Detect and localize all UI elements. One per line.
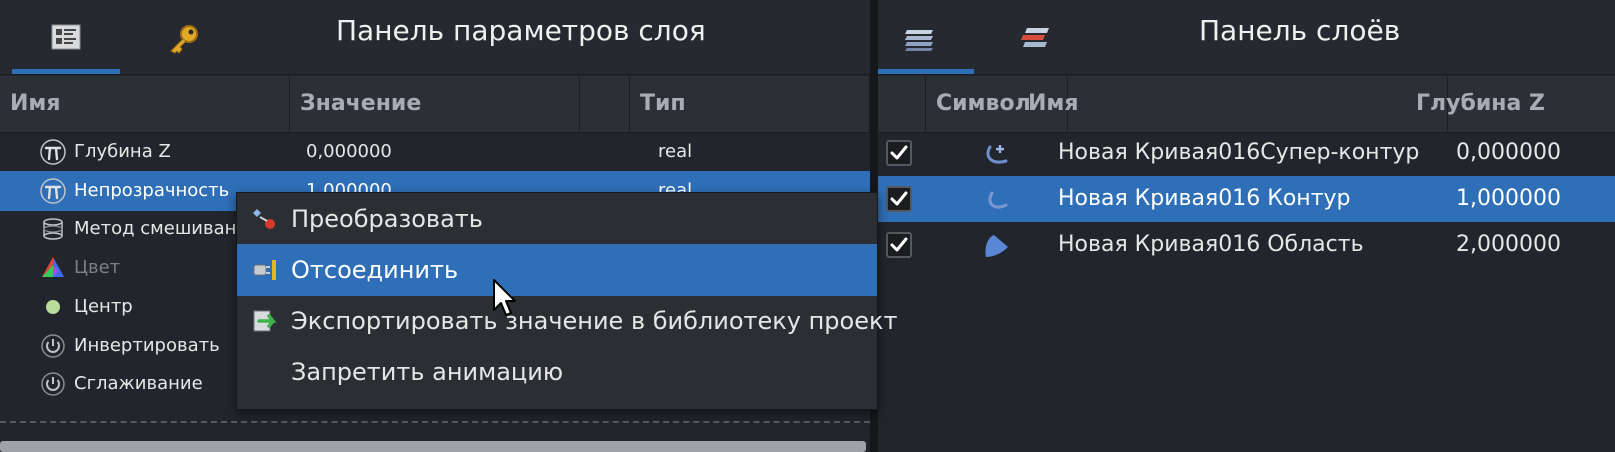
pi-icon: [40, 177, 66, 204]
tab-library[interactable]: [130, 0, 238, 74]
layer-depth: 2,000000: [1456, 232, 1561, 257]
list-end-divider: [0, 421, 870, 423]
param-name: Непрозрачность: [74, 179, 230, 201]
menu-item[interactable]: Экспортировать значение в библиотеку про…: [237, 295, 897, 347]
column-header-layer-name[interactable]: Имя: [1018, 76, 1448, 132]
mouse-cursor-icon: [492, 278, 518, 318]
menu-item-label: Запретить анимацию: [291, 358, 564, 386]
column-header-type[interactable]: Тип: [630, 76, 870, 132]
param-name: Глубина Z: [74, 141, 171, 162]
param-name: Инвертировать: [74, 334, 220, 356]
key-icon: [167, 24, 201, 58]
context-menu: Преобразовать Отсоединить Экспортировать з…: [236, 192, 897, 410]
export-icon: [251, 307, 279, 335]
layers-header-row: Символ Имя Глубина Z: [878, 76, 1615, 133]
disconnect-icon: [251, 256, 279, 284]
params-header-row: Имя Значение Тип: [0, 76, 870, 133]
region-icon: [980, 231, 1012, 259]
layers-icon: [903, 24, 937, 56]
layer-name: Новая Кривая016 Область: [1058, 232, 1364, 257]
params-icon: [51, 24, 81, 54]
param-type: real: [658, 141, 693, 162]
param-name: Цвет: [74, 257, 121, 279]
column-header-toggle[interactable]: [878, 76, 926, 132]
column-header-depth[interactable]: Глубина Z: [1406, 76, 1615, 132]
dot-icon: [40, 294, 66, 320]
menu-item-label: Отсоединить: [291, 256, 459, 284]
power-icon: [40, 333, 66, 359]
horizontal-scrollbar[interactable]: [0, 441, 866, 452]
menu-item[interactable]: Преобразовать: [237, 193, 877, 245]
param-row[interactable]: Глубина Z 0,000000 real: [0, 132, 870, 172]
layer-sets-icon: [1019, 24, 1053, 56]
param-name: Сглаживание: [74, 373, 203, 395]
param-name: Центр: [74, 295, 133, 317]
tab-params[interactable]: [12, 0, 120, 74]
layer-row[interactable]: Новая Кривая016Супер-контур 0,000000: [878, 130, 1615, 176]
params-tabbar: Панель параметров слоя: [0, 0, 870, 75]
layers-panel: Панель слоёв Символ Имя Глубина Z Новая …: [878, 0, 1615, 452]
layer-name: Новая Кривая016Супер-контур: [1058, 140, 1420, 165]
params-panel-title: Панель параметров слоя: [336, 14, 706, 47]
layers-tabbar: Панель слоёв: [878, 0, 1615, 75]
layer-depth: 1,000000: [1456, 186, 1561, 211]
param-value[interactable]: 0,000000: [306, 141, 392, 162]
layer-row[interactable]: Новая Кривая016 Контур 1,000000: [878, 176, 1615, 222]
power-icon: [40, 371, 66, 397]
tab-layers[interactable]: [878, 0, 974, 74]
column-header-value[interactable]: Значение: [290, 76, 580, 132]
menu-item[interactable]: Запретить анимацию: [237, 346, 877, 398]
layer-name: Новая Кривая016 Контур: [1058, 186, 1351, 211]
layers-panel-title: Панель слоёв: [1199, 14, 1401, 47]
layer-row[interactable]: Новая Кривая016 Область 2,000000: [878, 222, 1615, 268]
blend-icon: [40, 216, 66, 242]
layer-visibility-checkbox[interactable]: [886, 232, 912, 258]
outline-icon: [980, 185, 1012, 213]
menu-item-label: Экспортировать значение в библиотеку про…: [291, 307, 898, 335]
menu-item-label: Преобразовать: [291, 205, 483, 233]
outline-plus-icon: [980, 139, 1012, 167]
menu-item[interactable]: Отсоединить: [237, 244, 877, 296]
tab-layer-sets[interactable]: [982, 0, 1090, 74]
column-header-blank[interactable]: [580, 76, 630, 132]
layer-visibility-checkbox[interactable]: [886, 140, 912, 166]
param-name: Метод смешиван: [74, 218, 237, 240]
column-header-name[interactable]: Имя: [0, 76, 290, 132]
convert-icon: [251, 205, 279, 233]
color-wheel-icon: [40, 255, 66, 281]
pi-icon: [40, 139, 66, 165]
layer-visibility-checkbox[interactable]: [886, 186, 912, 212]
layer-depth: 0,000000: [1456, 140, 1561, 165]
